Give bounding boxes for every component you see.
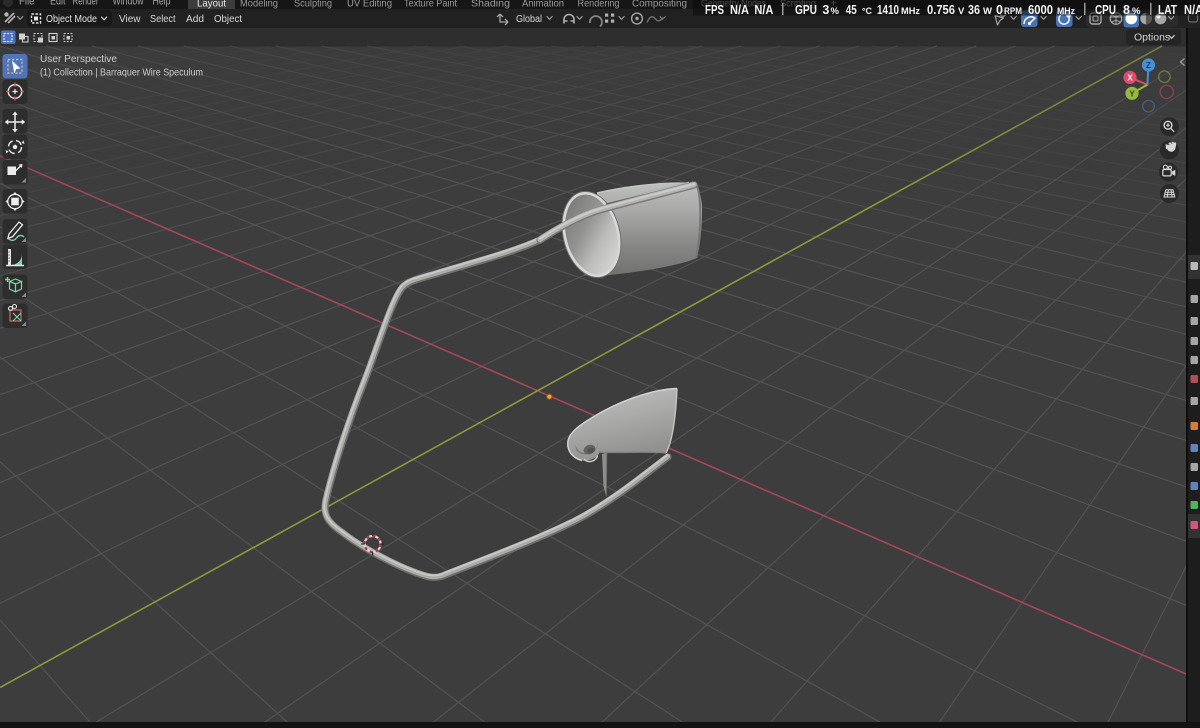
svg-text:°C: °C xyxy=(862,6,872,17)
svg-text:Options: Options xyxy=(1134,32,1170,44)
svg-text:N/A: N/A xyxy=(754,3,773,17)
svg-text:N/A: N/A xyxy=(1184,3,1200,17)
svg-text:%: % xyxy=(831,6,840,17)
svg-text:0.756: 0.756 xyxy=(927,3,955,17)
svg-text:1410: 1410 xyxy=(877,3,899,17)
svg-text:CPU: CPU xyxy=(1095,3,1116,17)
svg-text:RPM: RPM xyxy=(1004,6,1022,17)
svg-text:%: % xyxy=(1132,6,1141,17)
svg-text:3: 3 xyxy=(822,3,829,17)
svg-text:LAT: LAT xyxy=(1158,3,1177,17)
svg-text:View: View xyxy=(119,13,141,25)
svg-text:N/A: N/A xyxy=(730,3,749,17)
svg-text:Animation: Animation xyxy=(522,0,564,10)
svg-text:Add: Add xyxy=(186,13,204,25)
svg-text:Rendering: Rendering xyxy=(578,0,620,10)
svg-text:Global: Global xyxy=(516,13,542,25)
svg-text:Layout: Layout xyxy=(197,0,226,10)
svg-text:8: 8 xyxy=(1123,3,1130,17)
svg-text:Object: Object xyxy=(214,13,242,25)
svg-text:Modeling: Modeling xyxy=(240,0,278,10)
svg-text:FPS: FPS xyxy=(705,3,724,17)
svg-text:W: W xyxy=(983,6,992,17)
svg-text:File: File xyxy=(19,0,35,8)
svg-text:Object Mode: Object Mode xyxy=(46,13,97,25)
svg-text:0: 0 xyxy=(996,3,1003,17)
svg-text:Help: Help xyxy=(153,0,171,8)
svg-text:Z: Z xyxy=(1146,61,1151,70)
svg-text:MHz: MHz xyxy=(1057,6,1075,17)
svg-text:36: 36 xyxy=(968,3,980,17)
svg-text:UV Editing: UV Editing xyxy=(347,0,392,10)
svg-text:Edit: Edit xyxy=(50,0,66,8)
svg-text:Shading: Shading xyxy=(471,0,510,10)
svg-text:Y: Y xyxy=(1129,89,1135,98)
svg-text:Compositing: Compositing xyxy=(632,0,687,10)
svg-text:Sculpting: Sculpting xyxy=(294,0,332,10)
svg-text:V: V xyxy=(958,6,965,17)
svg-text:MHz: MHz xyxy=(901,6,920,17)
svg-text:Window: Window xyxy=(113,0,144,8)
svg-text:(1) Collection | Barraquer Wir: (1) Collection | Barraquer Wire Speculum xyxy=(40,67,203,79)
svg-text:Texture Paint: Texture Paint xyxy=(404,0,457,10)
svg-text:Select: Select xyxy=(150,13,176,25)
svg-text:X: X xyxy=(1127,73,1133,82)
svg-text:GPU: GPU xyxy=(795,3,817,17)
svg-text:45: 45 xyxy=(846,3,857,17)
svg-text:Render: Render xyxy=(73,0,99,8)
svg-text:6000: 6000 xyxy=(1028,3,1053,17)
svg-text:User Perspective: User Perspective xyxy=(40,53,117,65)
